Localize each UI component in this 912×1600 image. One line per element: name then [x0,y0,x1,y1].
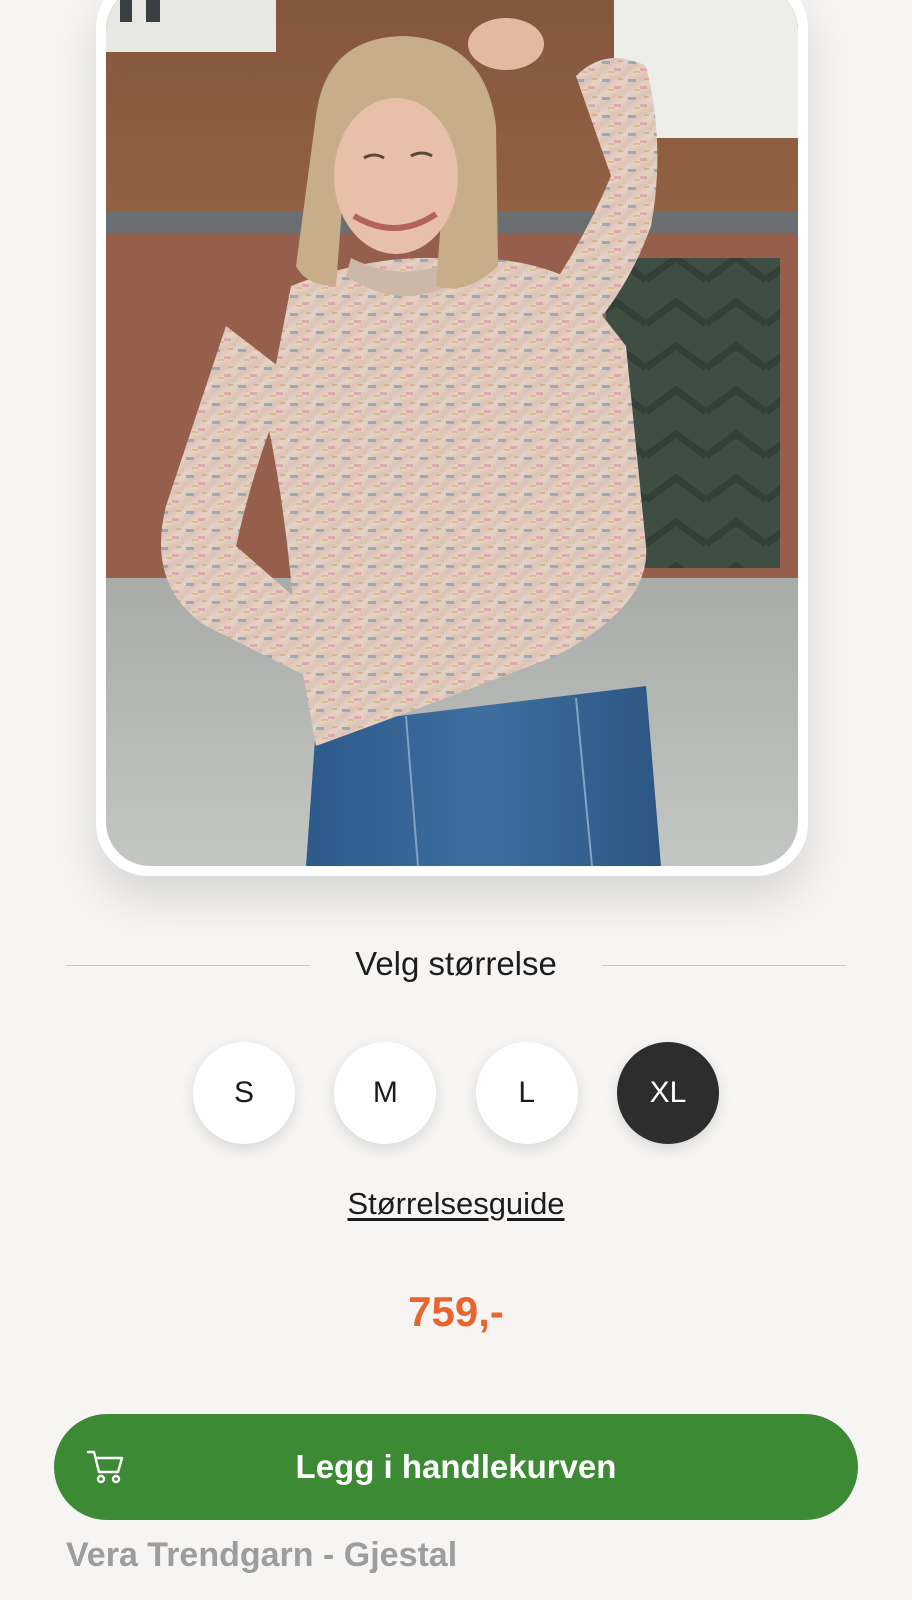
bottom-fade [0,1580,912,1600]
size-option-s[interactable]: S [193,1042,295,1144]
product-price: 759,- [408,1288,504,1335]
size-selector-title: Velg størrelse [355,945,557,982]
product-image-card[interactable] [96,0,808,876]
add-to-cart-label: Legg i handlekurven [295,1448,617,1485]
product-photo [106,0,798,866]
size-option-l[interactable]: L [475,1042,578,1144]
size-options: S M L XL [193,1042,719,1146]
add-to-cart-button[interactable]: Legg i handlekurven [54,1414,858,1520]
size-option-m[interactable]: M [334,1042,437,1144]
size-option-xl[interactable]: XL [616,1042,719,1144]
size-guide-link[interactable]: Størrelsesguide [0,1186,912,1222]
size-selector-header: Velg størrelse [66,942,846,986]
product-name: Vera Trendgarn - Gjestal [66,1536,458,1574]
divider-right [602,965,846,966]
